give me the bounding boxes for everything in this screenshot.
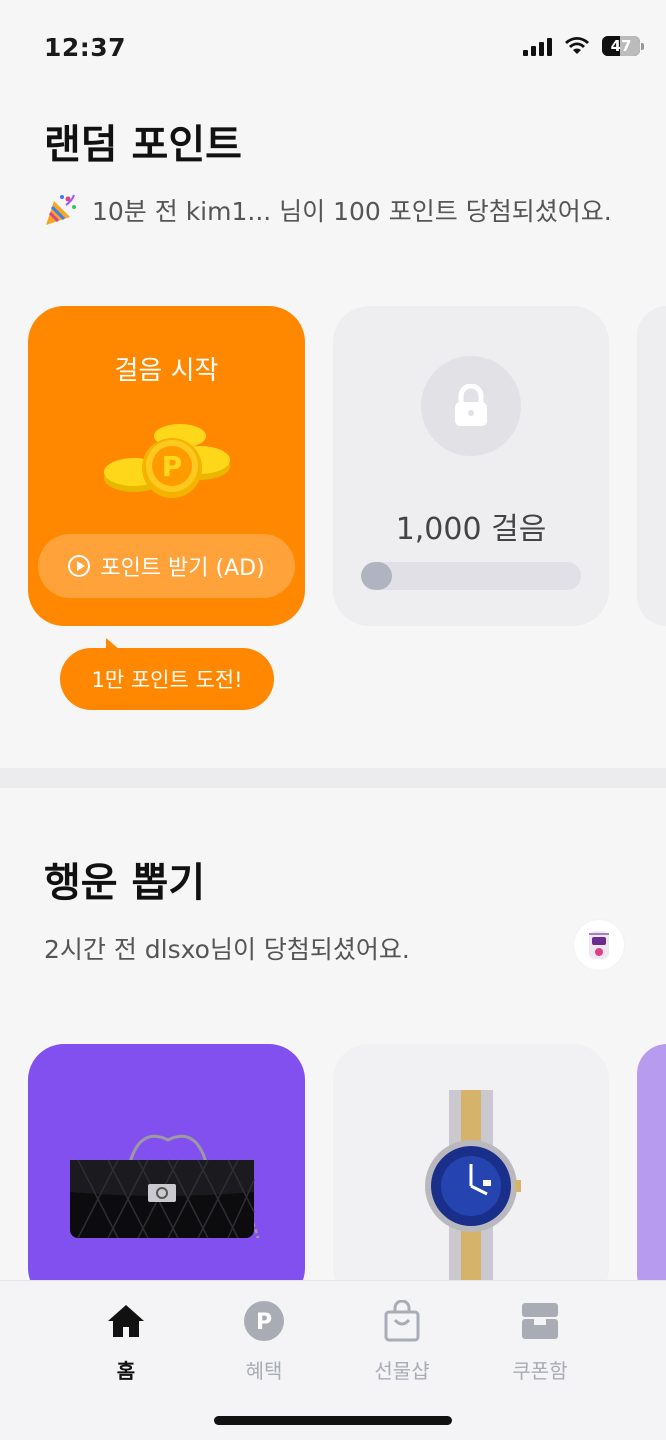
battery-icon: 47 xyxy=(602,36,644,56)
wifi-icon xyxy=(565,37,589,54)
coins-icon: P xyxy=(104,424,230,498)
status-time: 12:37 xyxy=(44,33,127,62)
svg-text:P: P xyxy=(256,1310,272,1335)
nav-coupons[interactable]: 쿠폰함 xyxy=(480,1299,600,1384)
party-popper-icon xyxy=(46,194,76,225)
lucky-draw-title: 행운 뽑기 xyxy=(44,860,206,906)
winner-avatar xyxy=(574,920,624,970)
next-draw-card-peek[interactable] xyxy=(637,1044,666,1304)
nav-coupons-label: 쿠폰함 xyxy=(512,1359,568,1383)
watch-image xyxy=(425,1090,521,1282)
locked-steps-card[interactable]: 1,000 걸음 xyxy=(333,306,609,626)
draw-card-watch[interactable] xyxy=(333,1044,609,1304)
steps-progress-bar xyxy=(361,562,581,590)
random-points-winner: 10분 전 kim1... 님이 100 포인트 당첨되셨어요. xyxy=(44,192,612,228)
cellular-signal-icon xyxy=(523,36,552,56)
get-points-ad-button[interactable]: 포인트 받기 (AD) xyxy=(38,534,295,598)
point-coin-icon: P xyxy=(242,1299,286,1343)
status-bar: 12:37 47 xyxy=(0,0,666,96)
handbag-image xyxy=(70,1134,260,1239)
home-indicator xyxy=(214,1416,452,1425)
random-points-title: 랜덤 포인트 xyxy=(44,122,242,168)
play-circle-icon xyxy=(68,555,91,577)
steps-goal: 1,000 걸음 xyxy=(395,512,547,547)
start-walk-title: 걸음 시작 xyxy=(114,356,219,386)
winner-text: 10분 전 kim1... 님이 100 포인트 당첨되셨어요. xyxy=(92,197,612,226)
nav-home-label: 홈 xyxy=(116,1359,136,1383)
svg-text:P: P xyxy=(162,450,183,483)
shopping-bag-icon xyxy=(380,1299,424,1343)
nav-benefits-label: 혜택 xyxy=(245,1359,283,1383)
nav-benefits[interactable]: P 혜택 xyxy=(204,1299,324,1384)
lucky-draw-winner: 2시간 전 dlsxo님이 당첨되셨어요. xyxy=(44,935,410,964)
draw-card-bag[interactable] xyxy=(28,1044,305,1304)
coupon-box-icon xyxy=(518,1299,562,1343)
section-divider xyxy=(0,768,666,788)
nav-gift-shop[interactable]: 선물샵 xyxy=(342,1299,462,1384)
start-walk-card[interactable]: 걸음 시작 P 포인트 받기 (AD) xyxy=(28,306,305,626)
status-icons: 47 xyxy=(523,36,644,56)
nav-gift-shop-label: 선물샵 xyxy=(374,1359,430,1383)
next-card-peek[interactable] xyxy=(637,306,666,626)
get-points-ad-label: 포인트 받기 (AD) xyxy=(100,556,265,581)
home-icon xyxy=(104,1299,148,1343)
battery-percent: 47 xyxy=(610,37,632,55)
challenge-bubble: 1만 포인트 도전! xyxy=(60,638,274,710)
nav-home[interactable]: 홈 xyxy=(66,1299,186,1384)
lock-icon xyxy=(421,356,521,456)
